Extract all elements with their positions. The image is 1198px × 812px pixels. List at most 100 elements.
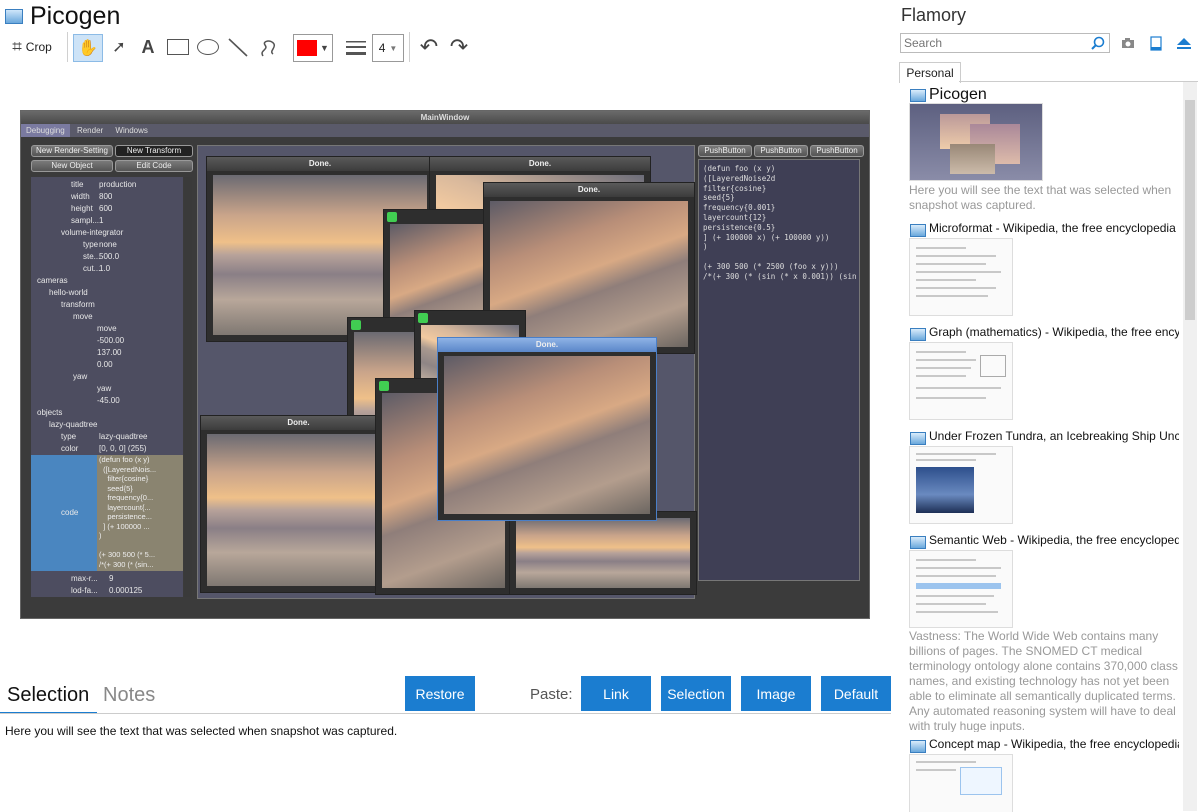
tree-row: 0.00 — [31, 359, 183, 371]
inner-code-editor: (defun foo (x y) ([LayeredNoise2d filter… — [698, 159, 860, 581]
camera-icon[interactable] — [1121, 36, 1135, 50]
search-input[interactable] — [900, 33, 1110, 53]
tab-selection[interactable]: Selection — [7, 684, 89, 707]
toolbar-divider — [409, 32, 410, 62]
tree-key: 137.00 — [97, 348, 122, 357]
tree-code-line: /*(+ 300 (* (sin... — [99, 559, 154, 569]
list-item-title[interactable]: Concept map - Wikipedia, the free encycl… — [929, 737, 1179, 751]
snapshot-thumbnail[interactable] — [909, 238, 1013, 316]
selection-text: Here you will see the text that was sele… — [5, 724, 398, 738]
search-icon[interactable] — [1091, 36, 1105, 50]
list-item-title[interactable]: Microformat - Wikipedia, the free encycl… — [929, 221, 1179, 235]
hand-icon: ✋ — [78, 40, 98, 57]
line-width-select[interactable]: 4 ▼ — [372, 34, 404, 62]
snapshot-thumbnail[interactable] — [909, 550, 1013, 628]
inner-menu-render: Render — [76, 126, 104, 135]
sidebar-title: Flamory — [901, 5, 967, 25]
paste-label: Paste: — [530, 686, 573, 703]
tab-notes[interactable]: Notes — [103, 684, 155, 707]
tree-code-line: ) — [99, 531, 102, 540]
tree-key: type — [61, 432, 77, 441]
qt-icon — [351, 320, 361, 330]
tree-key: width — [71, 192, 90, 201]
tree-row: width 800 — [31, 191, 183, 203]
snapshot-thumbnail[interactable] — [909, 446, 1013, 524]
tree-row: color [0, 0, 0] (255) — [31, 443, 183, 455]
tree-row: -500.00 — [31, 335, 183, 347]
tree-key: yaw — [73, 372, 88, 381]
code-line: ([LayeredNoise2d — [703, 173, 776, 183]
tab-personal[interactable]: Personal — [899, 62, 961, 83]
tree-key: type — [83, 240, 99, 249]
tree-code-line: frequency{0... — [99, 493, 154, 502]
landscape-render — [516, 518, 690, 588]
list-item-title[interactable]: Semantic Web - Wikipedia, the free encyc… — [929, 533, 1179, 547]
tree-key: -45.00 — [97, 396, 120, 405]
tree-row: transform — [31, 299, 183, 311]
code-line: filter{cosine} — [703, 183, 767, 193]
tree-key: max-r... — [71, 574, 98, 583]
eject-icon[interactable] — [1176, 36, 1191, 50]
inner-push-button: PushButton — [754, 145, 808, 157]
tree-row: yaw — [31, 371, 183, 383]
snapshot-image: MainWindow Debugging Render Windows New … — [20, 110, 870, 619]
paste-default-button[interactable]: Default — [821, 676, 891, 711]
text-tool-button[interactable]: A — [136, 34, 160, 60]
freehand-tool-button[interactable] — [255, 34, 281, 60]
code-line: persistence{0.5} — [703, 222, 776, 232]
snapshot-icon — [910, 328, 926, 341]
list-item-title[interactable]: Graph (mathematics) - Wikipedia, the fre… — [929, 325, 1179, 339]
tree-key: 0.00 — [97, 360, 113, 369]
inner-new-object: New Object — [31, 160, 113, 172]
ellipse-tool-button[interactable] — [195, 34, 221, 60]
document-icon[interactable] — [1149, 36, 1163, 51]
restore-button[interactable]: Restore — [405, 676, 475, 711]
tree-row: move — [31, 311, 183, 323]
crop-button[interactable]: ⌗ Crop — [6, 34, 58, 60]
tree-row: height 600 — [31, 203, 183, 215]
inner-push-button: PushButton — [698, 145, 752, 157]
snapshot-thumbnail[interactable] — [909, 754, 1013, 812]
snapshot-thumbnail[interactable] — [909, 342, 1013, 420]
subwindow-title: Done. — [484, 183, 694, 197]
tree-code-block: code (defun foo (x y) ([LayeredNois... fi… — [31, 455, 183, 571]
app-icon — [5, 9, 23, 24]
tree-key: hello-world — [49, 288, 88, 297]
subwindow: Done. — [200, 415, 397, 593]
scrollbar-thumb[interactable] — [1185, 100, 1195, 320]
tree-code-line: (defun foo (x y) — [99, 455, 150, 464]
select-tool-button[interactable]: ➚ — [106, 34, 132, 60]
hand-tool-button[interactable]: ✋ — [73, 34, 103, 62]
list-item-title[interactable]: Picogen — [929, 86, 1179, 104]
tree-value: 9 — [109, 574, 114, 583]
tree-key: color — [61, 444, 79, 453]
tree-code-line: ] (+ 100000 ... — [99, 521, 150, 531]
snapshot-thumbnail[interactable] — [909, 103, 1043, 181]
tree-row: sampl... 1 — [31, 215, 183, 227]
paste-selection-button[interactable]: Selection — [661, 676, 731, 711]
inner-window-title: MainWindow — [420, 113, 470, 122]
chevron-down-icon: ▼ — [320, 43, 329, 53]
tree-row: 137.00 — [31, 347, 183, 359]
rectangle-tool-button[interactable] — [165, 34, 191, 60]
subwindow-title: Done. — [201, 416, 396, 430]
text-icon: A — [141, 36, 155, 57]
landscape-render — [207, 434, 390, 586]
color-picker[interactable]: ▼ — [293, 34, 333, 62]
tree-row: type lazy-quadtree — [31, 431, 183, 443]
line-tool-button[interactable] — [225, 34, 251, 60]
redo-button[interactable]: ↷ — [446, 34, 472, 60]
tree-key: move — [73, 312, 93, 321]
subwindow-title: Done. — [207, 157, 433, 171]
list-item-title[interactable]: Under Frozen Tundra, an Icebreaking Ship… — [929, 429, 1179, 443]
paste-image-button[interactable]: Image — [741, 676, 811, 711]
inner-push-button: PushButton — [810, 145, 864, 157]
undo-button[interactable]: ↶ — [416, 34, 442, 60]
line-width-value: 4 — [378, 41, 386, 55]
tree-code-line: filter{cosine} — [99, 474, 149, 483]
paste-link-button[interactable]: Link — [581, 676, 651, 711]
tree-row: title production — [31, 179, 183, 191]
tree-row: hello-world — [31, 287, 183, 299]
tree-key: volume-integrator — [61, 228, 124, 237]
divider — [959, 81, 1198, 82]
